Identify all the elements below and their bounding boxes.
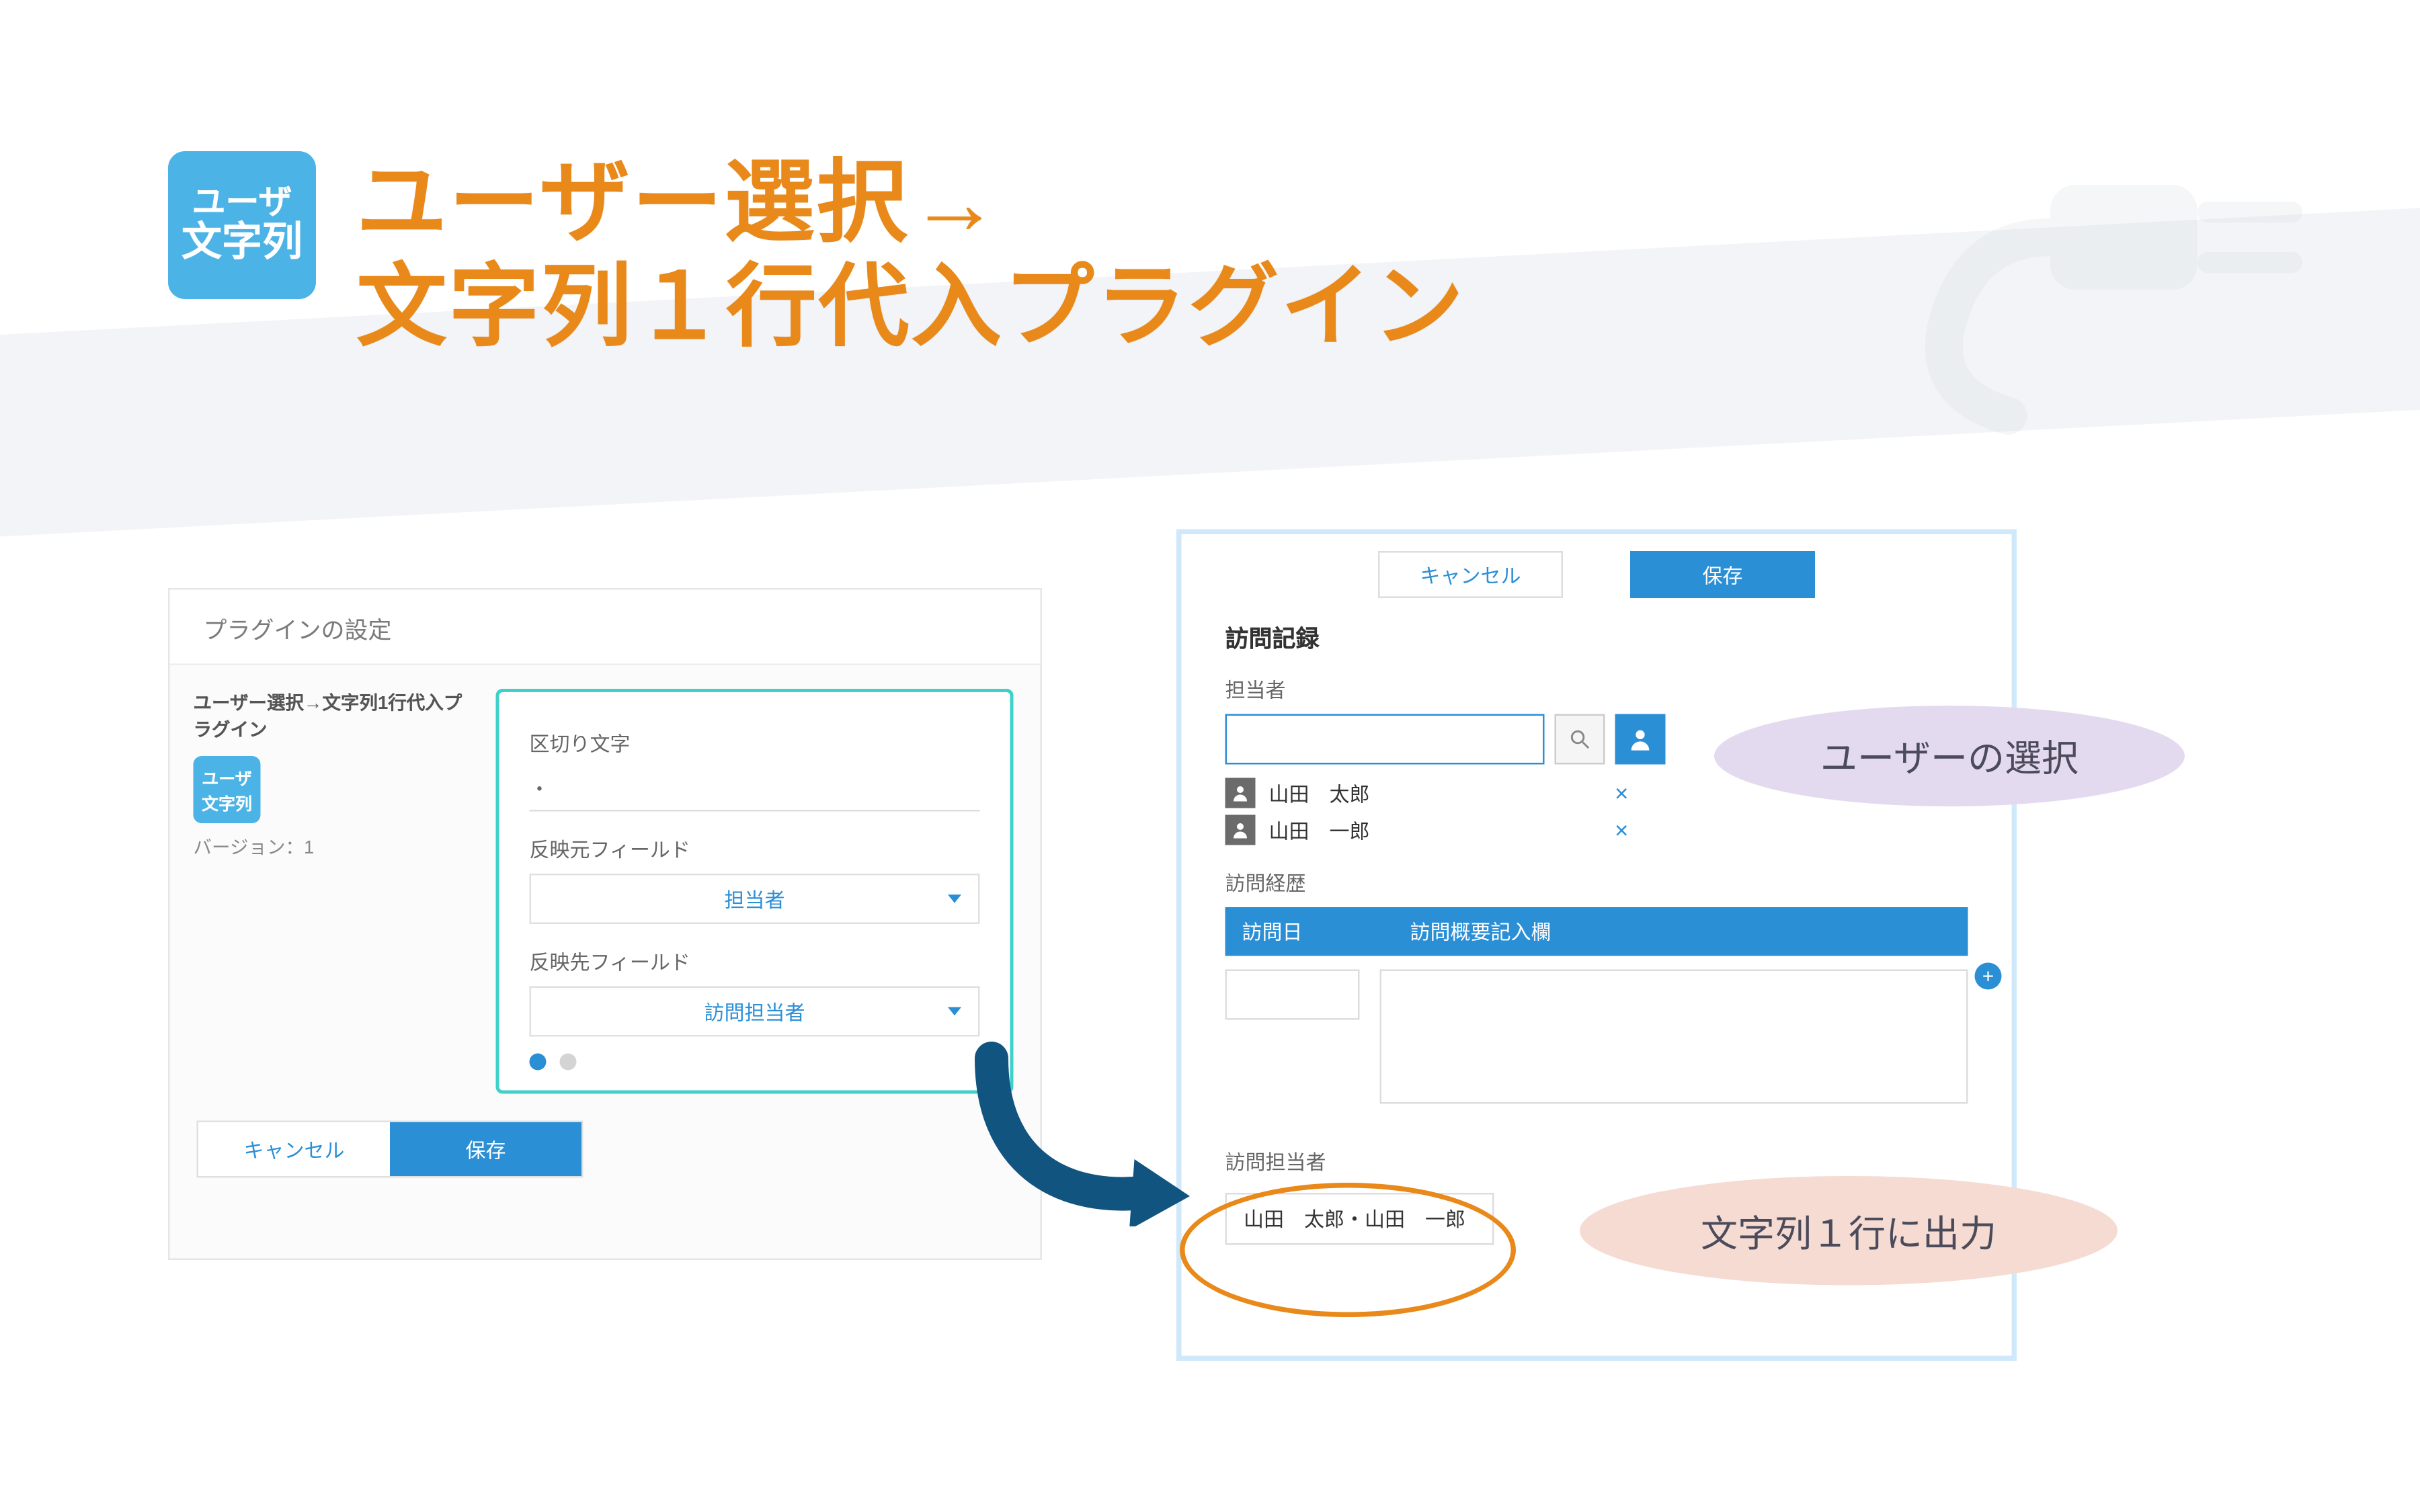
record-cancel-button[interactable]: キャンセル: [1378, 551, 1563, 598]
history-col-date: 訪問日: [1225, 907, 1394, 956]
target-field-value: 訪問担当者: [704, 997, 805, 1026]
target-field-label: 反映先フィールド: [530, 948, 980, 976]
settings-header: プラグインの設定: [170, 590, 1041, 666]
record-save-button[interactable]: 保存: [1630, 551, 1815, 598]
pager-dot-1[interactable]: [530, 1054, 547, 1070]
add-row-button[interactable]: +: [1975, 963, 2002, 990]
history-col-summary: 訪問概要記入欄: [1394, 907, 1968, 956]
plugin-version: バージョン：1: [194, 833, 462, 860]
visit-owner-value: 山田 太郎・山田 一郎: [1225, 1193, 1494, 1245]
user-picker-button[interactable]: [1615, 714, 1666, 765]
page-title: ユーザー選択→ 文字列１行代入プラグイン: [356, 151, 1465, 360]
source-field-select[interactable]: 担当者: [530, 874, 980, 924]
source-field-label: 反映元フィールド: [530, 835, 980, 864]
user-search-input[interactable]: [1225, 714, 1545, 765]
search-icon: [1568, 728, 1592, 751]
person-icon: [1627, 726, 1654, 753]
history-summary-input[interactable]: [1380, 970, 1968, 1104]
form-title: 訪問記録: [1225, 622, 1968, 655]
separator-label: 区切り文字: [530, 729, 980, 758]
app-icon-line1: ユーザ: [192, 184, 292, 221]
settings-footer: キャンセル 保存: [197, 1121, 583, 1178]
plugin-meta: ユーザー選択→文字列1行代入プラグイン ユーザ 文字列 バージョン：1: [194, 689, 462, 1094]
save-button[interactable]: 保存: [390, 1122, 581, 1176]
search-button[interactable]: [1555, 714, 1605, 765]
header: ユーザ 文字列 ユーザー選択→ 文字列１行代入プラグイン: [168, 151, 2353, 360]
history-row: +: [1225, 956, 1968, 1118]
title-line-2: 文字列１行代入プラグイン: [356, 255, 1465, 360]
cancel-button[interactable]: キャンセル: [198, 1122, 390, 1176]
user-chip: 山田 太郎 ×: [1225, 778, 1629, 808]
user-name: 山田 太郎: [1269, 779, 1602, 808]
history-date-input[interactable]: [1225, 970, 1360, 1020]
plugin-settings-panel: プラグインの設定 ユーザー選択→文字列1行代入プラグイン ユーザ 文字列 バージ…: [168, 588, 1042, 1260]
plugin-name: ユーザー選択→文字列1行代入プラグイン: [194, 689, 462, 743]
config-box: 区切り文字 反映元フィールド 担当者 反映先フィールド 訪問担当者: [496, 689, 1014, 1094]
app-icon: ユーザ 文字列: [168, 151, 316, 299]
app-icon-line2: 文字列: [182, 221, 302, 265]
source-field-value: 担当者: [724, 884, 784, 913]
pager-dot-2[interactable]: [560, 1054, 577, 1070]
remove-user-button[interactable]: ×: [1615, 816, 1628, 843]
plugin-icon: ユーザ 文字列: [194, 756, 261, 823]
history-header: 訪問日 訪問概要記入欄: [1225, 907, 1968, 956]
user-name: 山田 一郎: [1269, 816, 1602, 845]
remove-user-button[interactable]: ×: [1615, 780, 1628, 806]
avatar-icon: [1225, 778, 1256, 808]
pager-dots: [530, 1054, 980, 1070]
title-line-1: ユーザー選択→: [356, 151, 1465, 255]
visit-owner-label: 訪問担当者: [1225, 1148, 1968, 1177]
stage: ユーザ 文字列 ユーザー選択→ 文字列１行代入プラグイン プラグインの設定 ユー…: [0, 0, 2420, 1512]
target-field-select[interactable]: 訪問担当者: [530, 986, 980, 1037]
user-chip: 山田 一郎 ×: [1225, 815, 1629, 845]
callout-string-output: 文字列１行に出力: [1580, 1176, 2118, 1286]
avatar-icon: [1225, 815, 1256, 845]
callout-user-select: ユーザーの選択: [1714, 706, 2185, 806]
history-label: 訪問経歴: [1225, 869, 1968, 898]
separator-input[interactable]: [530, 768, 980, 812]
owner-label: 担当者: [1225, 675, 1968, 704]
arrow-icon: [975, 1042, 1193, 1226]
